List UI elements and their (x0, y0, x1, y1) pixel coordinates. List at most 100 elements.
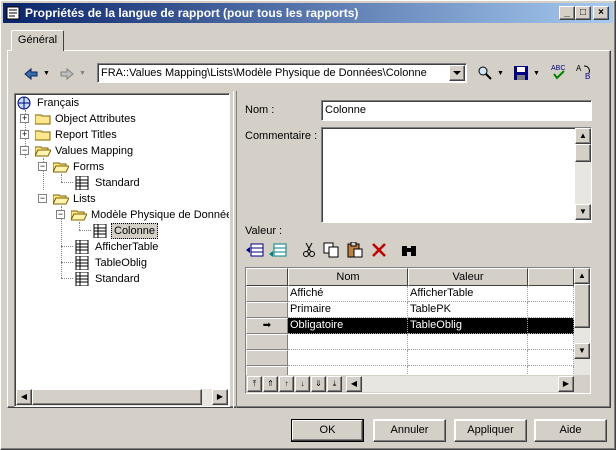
insert-row-icon[interactable] (246, 242, 264, 258)
row-header[interactable] (246, 350, 288, 366)
collapse-icon[interactable]: − (38, 194, 47, 203)
save-dropdown-icon[interactable]: ▼ (533, 70, 540, 78)
cut-icon[interactable] (301, 242, 317, 258)
scroll-right-icon[interactable]: ▶ (212, 389, 228, 405)
comment-scrollbar[interactable]: ▲ ▼ (575, 128, 591, 220)
find-icon[interactable] (477, 65, 493, 81)
ok-button[interactable]: OK (291, 419, 364, 442)
tree-horizontal-scrollbar[interactable]: ◀ ▶ (16, 389, 228, 406)
title-bar[interactable]: Propriétés de la langue de rapport (pour… (3, 3, 613, 23)
translate-icon[interactable]: AB (576, 63, 592, 81)
tree-item-label: Values Mapping (55, 145, 134, 157)
tab-general[interactable]: Général (11, 30, 64, 51)
grid-cell-empty (528, 318, 574, 334)
find-dropdown-icon[interactable]: ▼ (497, 70, 504, 78)
tree-item-label: Object Attributes (55, 113, 136, 125)
scroll-left-icon[interactable]: ◀ (346, 376, 362, 392)
cancel-button-label: Annuler (390, 424, 429, 436)
scroll-down-icon[interactable]: ▼ (575, 204, 591, 220)
maximize-button[interactable]: □ (575, 6, 591, 20)
value-grid[interactable]: Nom Valeur Affiché AfficherTable Primair… (245, 267, 591, 394)
collapse-icon[interactable]: − (20, 146, 29, 155)
apply-button[interactable]: Appliquer (454, 419, 527, 442)
comment-field[interactable]: ▲ ▼ (321, 127, 592, 223)
binoculars-icon[interactable] (401, 242, 417, 258)
grid-cell-valeur[interactable]: TableOblig (408, 318, 528, 334)
spell-check-icon[interactable]: ABC (551, 63, 567, 80)
collapse-icon[interactable]: − (38, 162, 47, 171)
grid-cell-nom[interactable]: Primaire (288, 302, 408, 318)
scroll-down-icon[interactable]: ▼ (574, 343, 590, 359)
table-icon (93, 223, 109, 239)
grid-cell-valeur[interactable]: AfficherTable (408, 286, 528, 302)
comment-label: Commentaire : (245, 130, 318, 142)
add-row-icon[interactable] (269, 242, 287, 258)
grid-cell-nom[interactable]: Affiché (288, 286, 408, 302)
maximize-icon: □ (579, 7, 587, 18)
table-icon (75, 239, 91, 255)
move-up-page-icon[interactable]: ⇑ (263, 376, 278, 392)
folder-icon (34, 129, 51, 141)
delete-icon[interactable] (371, 242, 387, 258)
close-button[interactable]: × (593, 6, 609, 20)
splitter[interactable] (233, 91, 237, 408)
grid-cell-empty[interactable] (288, 334, 408, 350)
path-dropdown-button[interactable] (449, 65, 465, 81)
scroll-thumb[interactable] (574, 284, 590, 328)
back-arrow-icon[interactable] (23, 66, 39, 82)
path-combobox[interactable]: FRA::Values Mapping\Lists\Modèle Physiqu… (97, 63, 467, 83)
move-bottom-icon[interactable]: ⤓ (327, 376, 342, 392)
tab-general-label: Général (17, 34, 58, 46)
grid-cell-empty[interactable] (408, 350, 528, 366)
row-header[interactable] (246, 334, 288, 350)
move-up-icon[interactable]: ↑ (279, 376, 294, 392)
grid-cell-empty[interactable] (288, 350, 408, 366)
row-header-current[interactable]: ➡ (246, 318, 288, 334)
move-top-icon[interactable]: ⤒ (247, 376, 262, 392)
expand-icon[interactable]: + (20, 114, 29, 123)
save-icon[interactable] (513, 65, 529, 81)
cancel-button[interactable]: Annuler (373, 419, 446, 442)
current-row-arrow-icon: ➡ (262, 320, 272, 331)
category-tree[interactable]: Français + Object Attributes + Report Ti… (14, 93, 230, 407)
tree-item-label: Français (37, 97, 80, 109)
scroll-left-icon[interactable]: ◀ (16, 389, 32, 405)
scroll-thumb[interactable] (575, 144, 591, 162)
path-value: FRA::Values Mapping\Lists\Modèle Physiqu… (101, 67, 427, 79)
move-down-page-icon[interactable]: ⇓ (311, 376, 326, 392)
grid-cell-valeur[interactable]: TablePK (408, 302, 528, 318)
collapse-icon[interactable]: − (56, 210, 65, 219)
minimize-button[interactable]: _ (559, 6, 575, 20)
scroll-thumb[interactable] (32, 389, 202, 405)
folder-open-icon (34, 145, 52, 157)
table-icon (75, 271, 91, 287)
grid-cell-empty (528, 302, 574, 318)
scroll-up-icon[interactable]: ▲ (575, 128, 591, 144)
help-button[interactable]: Aide (534, 419, 607, 442)
table-icon (75, 255, 91, 271)
scroll-up-icon[interactable]: ▲ (574, 268, 590, 284)
grid-cell-nom[interactable]: Obligatoire (288, 318, 408, 334)
move-down-icon[interactable]: ↓ (295, 376, 310, 392)
back-dropdown-icon[interactable]: ▼ (43, 70, 50, 78)
forward-arrow-icon[interactable] (59, 66, 75, 82)
name-field[interactable]: Colonne (321, 100, 592, 121)
scroll-right-icon[interactable]: ▶ (558, 376, 574, 392)
grid-vertical-scrollbar[interactable]: ▲ ▼ (574, 268, 590, 375)
tree-item-label: Lists (73, 193, 96, 205)
row-header[interactable] (246, 302, 288, 318)
grid-header-nom[interactable]: Nom (288, 268, 408, 286)
grid-horizontal-track[interactable] (362, 376, 558, 392)
globe-icon (17, 96, 33, 110)
copy-icon[interactable] (323, 242, 339, 258)
grid-cell-empty[interactable] (408, 334, 528, 350)
grid-header-valeur[interactable]: Valeur (408, 268, 528, 286)
folder-open-icon (52, 161, 70, 173)
paste-icon[interactable] (347, 241, 363, 258)
row-header[interactable] (246, 286, 288, 302)
help-button-label: Aide (559, 424, 582, 436)
expand-icon[interactable]: + (20, 130, 29, 139)
name-value: Colonne (325, 104, 366, 116)
tree-item-label: Forms (73, 161, 105, 173)
forward-dropdown-icon[interactable]: ▼ (79, 70, 86, 78)
